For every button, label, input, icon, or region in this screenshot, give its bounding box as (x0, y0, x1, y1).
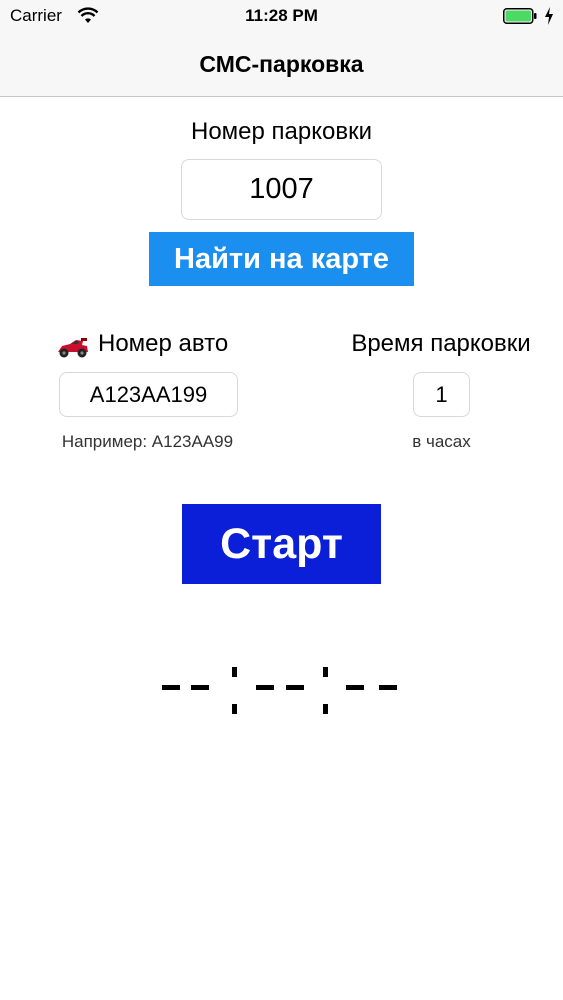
parking-number-input[interactable]: 1007 (181, 159, 382, 220)
parking-hours-input[interactable]: 1 (413, 372, 470, 417)
car-number-input[interactable]: А123АА199 (59, 372, 238, 417)
find-on-map-button[interactable]: Найти на карте (149, 232, 414, 286)
navigation-bar: СМС-парковка (0, 34, 563, 97)
car-number-label: Номер авто (98, 330, 229, 357)
timer-display: --:--:-- (162, 667, 397, 714)
race-car-icon (58, 338, 88, 358)
parking-time-label: Время парковки (351, 330, 531, 357)
status-time: 11:28 PM (245, 6, 318, 25)
charging-bolt-icon (545, 7, 553, 25)
battery-icon (503, 8, 537, 24)
status-bar: Carrier 11:28 PM (0, 0, 563, 34)
car-number-hint: Например: А123АА99 (61, 432, 234, 451)
parking-number-label: Номер парковки (190, 118, 372, 145)
start-button[interactable]: Старт (182, 504, 381, 584)
page-title: СМС-парковка (199, 51, 364, 77)
hours-unit-label: в часах (412, 432, 471, 451)
